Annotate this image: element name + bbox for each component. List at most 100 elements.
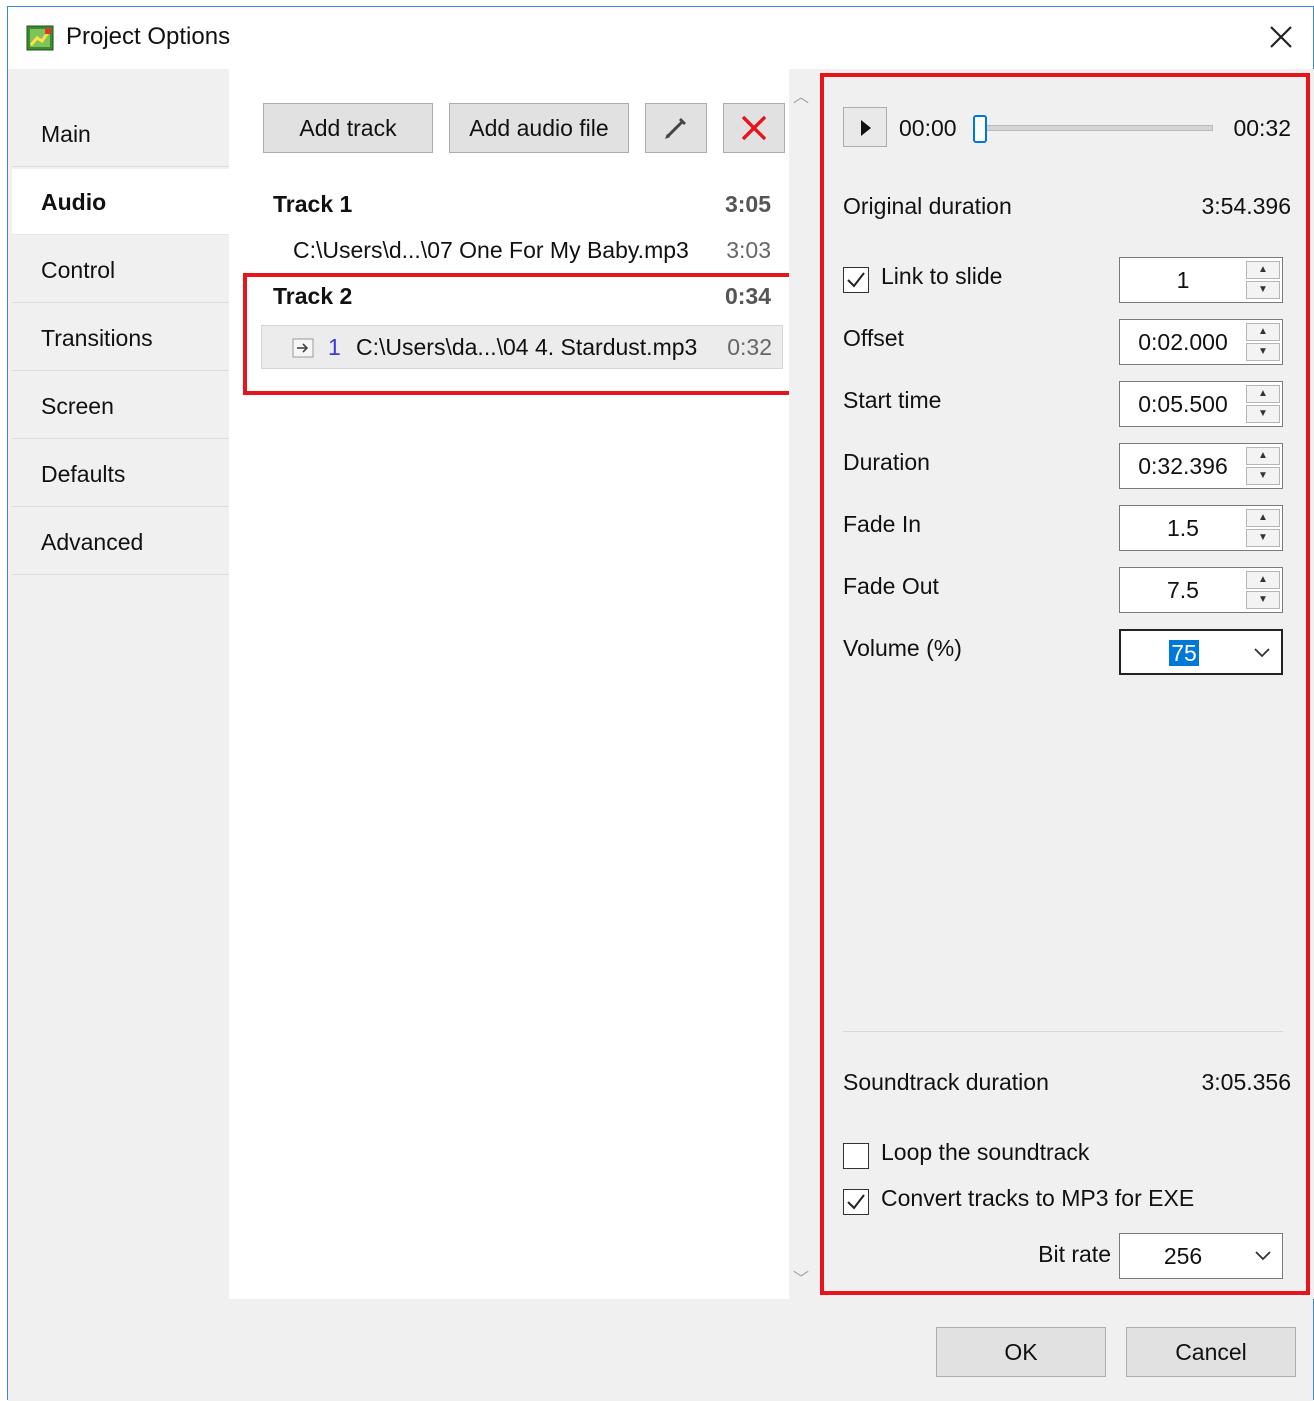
player-total-time: 00:32 [1233, 115, 1291, 141]
section-divider [843, 1031, 1283, 1032]
ok-button[interactable]: OK [936, 1327, 1106, 1377]
offset-spinner[interactable]: 0:02.000 ▲ ▼ [1119, 319, 1283, 365]
player-current-time: 00:00 [899, 115, 957, 141]
scroll-up-icon[interactable]: ︿ [789, 83, 813, 107]
app-chart-icon [26, 25, 54, 51]
tab-label: Defaults [41, 461, 126, 487]
cancel-button[interactable]: Cancel [1126, 1327, 1296, 1377]
track-1-file-duration: 3:03 [726, 237, 771, 263]
window-title: Project Options [66, 23, 231, 50]
close-icon [1270, 26, 1292, 48]
track-1-title[interactable]: Track 1 [273, 191, 352, 218]
tab-control[interactable]: Control [12, 237, 229, 303]
fade-out-spinner[interactable]: 7.5 ▲ ▼ [1119, 567, 1283, 613]
checkmark-icon [847, 1194, 865, 1210]
player-seek-track[interactable] [973, 125, 1213, 131]
spin-up-icon[interactable]: ▲ [1246, 447, 1280, 465]
fade-out-value[interactable]: 7.5 [1120, 568, 1246, 612]
edit-audio-button[interactable] [645, 103, 707, 153]
tab-label: Control [41, 257, 116, 283]
tab-label: Advanced [41, 529, 144, 555]
spin-down-icon[interactable]: ▼ [1246, 405, 1280, 423]
checkmark-icon [847, 272, 865, 288]
play-icon [861, 120, 871, 136]
fade-in-label: Fade In [843, 511, 921, 537]
volume-value[interactable]: 75 [1121, 631, 1247, 675]
title-bar: Project Options [8, 7, 1313, 69]
original-duration-label: Original duration [843, 193, 1012, 219]
link-to-slide-value[interactable]: 1 [1120, 258, 1246, 302]
fade-in-value[interactable]: 1.5 [1120, 506, 1246, 550]
start-time-value[interactable]: 0:05.500 [1120, 382, 1246, 426]
add-audio-file-button[interactable]: Add audio file [449, 103, 629, 153]
spin-down-icon[interactable]: ▼ [1246, 529, 1280, 547]
bit-rate-combobox[interactable]: 256 [1119, 1233, 1283, 1279]
spin-up-icon[interactable]: ▲ [1246, 261, 1280, 279]
convert-mp3-checkbox[interactable] [843, 1189, 869, 1215]
tab-transitions[interactable]: Transitions [12, 305, 229, 371]
close-red-icon [741, 115, 767, 141]
tab-main[interactable]: Main [12, 101, 229, 167]
scroll-down-icon[interactable]: ﹀ [789, 1265, 813, 1289]
dialog-footer: OK Cancel [8, 1299, 1313, 1401]
duration-label: Duration [843, 449, 930, 475]
link-to-slide-spinner[interactable]: 1 ▲ ▼ [1119, 257, 1283, 303]
delete-audio-button[interactable] [723, 103, 785, 153]
spin-up-icon[interactable]: ▲ [1246, 571, 1280, 589]
add-track-button[interactable]: Add track [263, 103, 433, 153]
track-2-duration: 0:34 [724, 283, 771, 309]
tab-audio[interactable]: Audio [12, 169, 229, 235]
spin-up-icon[interactable]: ▲ [1246, 509, 1280, 527]
tab-label: Transitions [41, 325, 153, 351]
volume-combobox[interactable]: 75 [1119, 629, 1283, 675]
play-button[interactable] [843, 107, 887, 147]
tab-screen[interactable]: Screen [12, 373, 229, 439]
tab-advanced[interactable]: Advanced [12, 509, 229, 575]
audio-properties-panel: 00:00 00:32 Original duration 3:54.396 L… [813, 69, 1314, 1299]
link-to-slide-label: Link to slide [881, 263, 1003, 289]
track-list-panel: Add track Add audio file Track 1 3:05 C:… [229, 69, 799, 1299]
track-2-file-path: C:\Users\da...\04 4. Stardust.mp3 [356, 334, 698, 360]
track-2-title[interactable]: Track 2 [273, 283, 352, 310]
loop-soundtrack-checkbox[interactable] [843, 1143, 869, 1169]
duration-value[interactable]: 0:32.396 [1120, 444, 1246, 488]
bit-rate-label: Bit rate [1038, 1241, 1111, 1267]
player-seek-thumb[interactable] [973, 115, 987, 143]
spin-down-icon[interactable]: ▼ [1246, 591, 1280, 609]
tab-label: Screen [41, 393, 114, 419]
loop-soundtrack-label: Loop the soundtrack [881, 1139, 1090, 1165]
fade-out-label: Fade Out [843, 573, 939, 599]
spin-up-icon[interactable]: ▲ [1246, 385, 1280, 403]
start-time-spinner[interactable]: 0:05.500 ▲ ▼ [1119, 381, 1283, 427]
chevron-down-icon[interactable] [1251, 641, 1273, 663]
link-to-slide-checkbox[interactable] [843, 267, 869, 293]
offset-value[interactable]: 0:02.000 [1120, 320, 1246, 364]
file-index: 1 [328, 334, 341, 360]
spin-down-icon[interactable]: ▼ [1246, 467, 1280, 485]
track-2-file-duration: 0:32 [727, 334, 772, 360]
spin-down-icon[interactable]: ▼ [1246, 343, 1280, 361]
chevron-down-icon[interactable] [1252, 1244, 1274, 1266]
pencil-icon [665, 118, 686, 139]
bit-rate-value[interactable]: 256 [1120, 1234, 1246, 1278]
volume-selected-text: 75 [1169, 640, 1199, 666]
linked-arrow-icon [292, 338, 314, 358]
fade-in-spinner[interactable]: 1.5 ▲ ▼ [1119, 505, 1283, 551]
tab-defaults[interactable]: Defaults [12, 441, 229, 507]
duration-spinner[interactable]: 0:32.396 ▲ ▼ [1119, 443, 1283, 489]
original-duration-value: 3:54.396 [1201, 193, 1291, 219]
track-1-file-path[interactable]: C:\Users\d...\07 One For My Baby.mp3 [293, 237, 689, 264]
offset-label: Offset [843, 325, 904, 351]
track-list-scrollbar[interactable]: ︿ ﹀ [789, 69, 813, 1299]
soundtrack-duration-value: 3:05.356 [1201, 1069, 1291, 1095]
tab-label: Main [41, 121, 91, 147]
spin-up-icon[interactable]: ▲ [1246, 323, 1280, 341]
convert-mp3-label: Convert tracks to MP3 for EXE [881, 1185, 1195, 1211]
track-2-file-row[interactable]: 1 C:\Users\da...\04 4. Stardust.mp3 0:32 [261, 325, 783, 369]
soundtrack-duration-label: Soundtrack duration [843, 1069, 1049, 1095]
tab-label: Audio [41, 189, 107, 215]
spin-down-icon[interactable]: ▼ [1246, 281, 1280, 299]
close-window-button[interactable] [1263, 19, 1299, 55]
project-options-window: Project Options Main Audio Control Trans… [7, 6, 1314, 1401]
track-1-duration: 3:05 [724, 191, 771, 217]
